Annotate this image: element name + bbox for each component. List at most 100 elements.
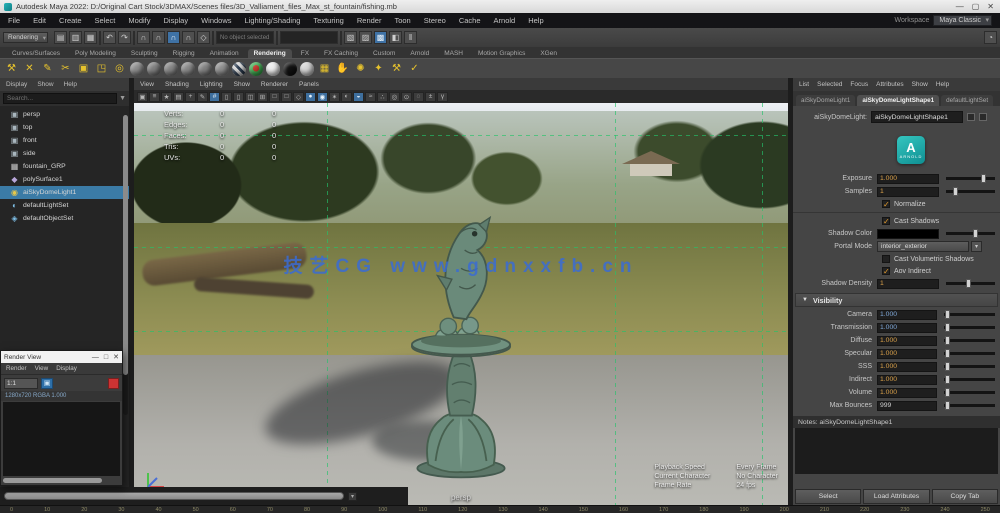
portal-mode-dropdown[interactable]: interior_exterior xyxy=(877,241,969,252)
select-camera-icon[interactable]: ▣ xyxy=(137,91,148,102)
ae-menu-item[interactable]: Selected xyxy=(817,81,842,88)
filter-icon[interactable]: ▼ xyxy=(119,95,126,102)
menu-item[interactable]: Help xyxy=(528,16,543,25)
ae-action-button[interactable]: Load Attributes xyxy=(863,489,930,504)
range-option-button[interactable]: ▾ xyxy=(348,491,357,501)
point-light-icon[interactable]: ✺ xyxy=(353,61,368,76)
ai-mix-shader-icon[interactable] xyxy=(300,61,314,76)
divider[interactable] xyxy=(133,30,135,45)
image-plane-icon[interactable]: ▤ xyxy=(173,91,184,102)
render-view-icon[interactable]: ✓ xyxy=(407,61,422,76)
outliner-item[interactable]: ▦ fountain_GRP xyxy=(0,160,129,173)
render-settings-icon[interactable]: ▩ xyxy=(374,31,387,44)
menu-item[interactable]: Create xyxy=(59,16,82,25)
attribute-field[interactable]: 1.000 xyxy=(877,348,937,359)
snap-to-plane-icon[interactable]: ∩ xyxy=(182,31,195,44)
multisample-icon[interactable]: ∴ xyxy=(377,91,388,102)
shading-group-icon[interactable]: ✎ xyxy=(40,61,55,76)
ae-action-button[interactable]: Select xyxy=(795,489,862,504)
attribute-field[interactable]: 1.000 xyxy=(877,361,937,372)
cast-volumetric-shadows-checkbox[interactable] xyxy=(882,255,890,263)
redo-icon[interactable]: ↷ xyxy=(118,31,131,44)
node-editor-icon[interactable]: ✕ xyxy=(22,61,37,76)
dropdown-arrow-icon[interactable]: ▾ xyxy=(971,241,982,252)
shelf-tab[interactable]: Custom xyxy=(367,49,401,58)
menu-set-selector[interactable]: Rendering xyxy=(3,32,48,43)
viewport-menu-item[interactable]: Show xyxy=(234,81,250,88)
depth-of-field-icon[interactable]: ◎ xyxy=(389,91,400,102)
attribute-slider[interactable] xyxy=(944,323,995,332)
shadow-matte-icon[interactable] xyxy=(283,61,297,76)
output-operations-field[interactable] xyxy=(280,31,338,44)
menu-item[interactable]: Render xyxy=(357,16,382,25)
attribute-field[interactable]: 1.000 xyxy=(877,322,937,333)
fish-fountain-model[interactable] xyxy=(386,181,536,481)
camera-attributes-icon[interactable]: ≡ xyxy=(149,91,160,102)
textured-icon[interactable]: ◉ xyxy=(317,91,328,102)
exposure-icon[interactable]: ± xyxy=(425,91,436,102)
declare-override-checkbox[interactable] xyxy=(967,113,975,121)
attribute-slider[interactable] xyxy=(944,349,995,358)
render-view-title-bar[interactable]: Render View — □ ✕ xyxy=(1,351,122,363)
time-slider[interactable]: 0 10 20 30 40 50 60 70 80 90 100 110 120 130 140 150 160… xyxy=(0,505,1000,513)
shelf-tab[interactable]: XGen xyxy=(534,49,563,58)
normalize-checkbox[interactable]: ✓ xyxy=(882,200,890,209)
snapshot-icon[interactable]: ▣ xyxy=(41,377,53,389)
render-view-hscrollbar[interactable] xyxy=(1,477,122,485)
snap-to-grid-icon[interactable]: ∩ xyxy=(137,31,150,44)
gate-mask-icon[interactable]: ◫ xyxy=(245,91,256,102)
rv-close-button[interactable]: ✕ xyxy=(113,353,119,361)
outliner-menu-item[interactable]: Help xyxy=(64,81,77,88)
ipr-render-icon[interactable]: ▨ xyxy=(359,31,372,44)
isolate-select-icon[interactable]: ⊙ xyxy=(401,91,412,102)
outliner-item[interactable]: ▣ front xyxy=(0,134,129,147)
outliner-item[interactable]: ◉ aiSkyDomeLight1 xyxy=(0,186,129,199)
ae-node-tab[interactable]: aiSkyDomeLightShape1 xyxy=(857,95,940,106)
ai-standard-volume-icon[interactable]: ▦ xyxy=(317,61,332,76)
attribute-field[interactable]: 999 xyxy=(877,400,937,411)
outliner-item[interactable]: ◐ defaultLightSet xyxy=(0,199,129,212)
wireframe-icon[interactable]: ◇ xyxy=(293,91,304,102)
divider[interactable] xyxy=(212,30,214,45)
save-scene-icon[interactable]: ▦ xyxy=(84,31,97,44)
lock-attribute-checkbox[interactable] xyxy=(979,113,987,121)
node-name-field[interactable]: aiSkyDomeLightShape1 xyxy=(871,111,963,123)
lambert-icon[interactable] xyxy=(164,61,178,76)
2d-pan-zoom-icon[interactable]: + xyxy=(185,91,196,102)
shadow-color-slider[interactable] xyxy=(946,229,995,238)
new-scene-icon[interactable]: ▤ xyxy=(54,31,67,44)
hypershade-icon[interactable]: ⚒ xyxy=(4,61,19,76)
menu-item[interactable]: Select xyxy=(95,16,116,25)
use-all-lights-icon[interactable]: ✶ xyxy=(329,91,340,102)
outliner-menu-item[interactable]: Display xyxy=(6,81,27,88)
shelf-tab[interactable]: Animation xyxy=(204,49,245,58)
snap-to-curve-icon[interactable]: ∩ xyxy=(152,31,165,44)
shelf-tab[interactable]: Motion Graphics xyxy=(472,49,531,58)
attribute-slider[interactable] xyxy=(944,401,995,410)
viewport-3d-scene[interactable]: 技艺CG www.gdnxxfb.cn Verts: 0 0 Edges: 0 0 Fa… xyxy=(134,103,788,505)
ae-action-button[interactable]: Copy Tab xyxy=(931,489,998,504)
outliner-menu-item[interactable]: Show xyxy=(37,81,53,88)
shelf-tab[interactable]: Rendering xyxy=(247,49,292,58)
notes-header[interactable]: Notes: aiSkyDomeLightShape1 xyxy=(793,416,1000,428)
rv-maximize-button[interactable]: □ xyxy=(104,354,108,361)
shelf-tab[interactable]: MASH xyxy=(438,49,469,58)
ae-menu-item[interactable]: List xyxy=(799,81,809,88)
outliner-item[interactable]: ◈ defaultObjectSet xyxy=(0,212,129,225)
safe-title-icon[interactable]: □ xyxy=(281,91,292,102)
snap-to-point-icon[interactable]: ∩ xyxy=(167,31,180,44)
display-layers-icon[interactable]: ◧ xyxy=(389,31,402,44)
shelf-tab[interactable]: Sculpting xyxy=(125,49,164,58)
safe-action-icon[interactable]: □ xyxy=(269,91,280,102)
samples-field[interactable]: 1 xyxy=(877,186,939,197)
exposure-field[interactable]: 1.000 xyxy=(877,173,939,184)
shadow-color-swatch[interactable] xyxy=(877,228,939,239)
attribute-field[interactable]: 1.000 xyxy=(877,374,937,385)
grid-icon[interactable]: # xyxy=(209,91,220,102)
surface-shader-icon[interactable] xyxy=(266,61,280,76)
spacer[interactable] xyxy=(419,31,982,44)
phong-icon[interactable] xyxy=(181,61,195,76)
outliner-item[interactable]: ◆ polySurface1 xyxy=(0,173,129,186)
xray-icon[interactable]: ◌ xyxy=(413,91,424,102)
bookmark-icon[interactable]: ★ xyxy=(161,91,172,102)
